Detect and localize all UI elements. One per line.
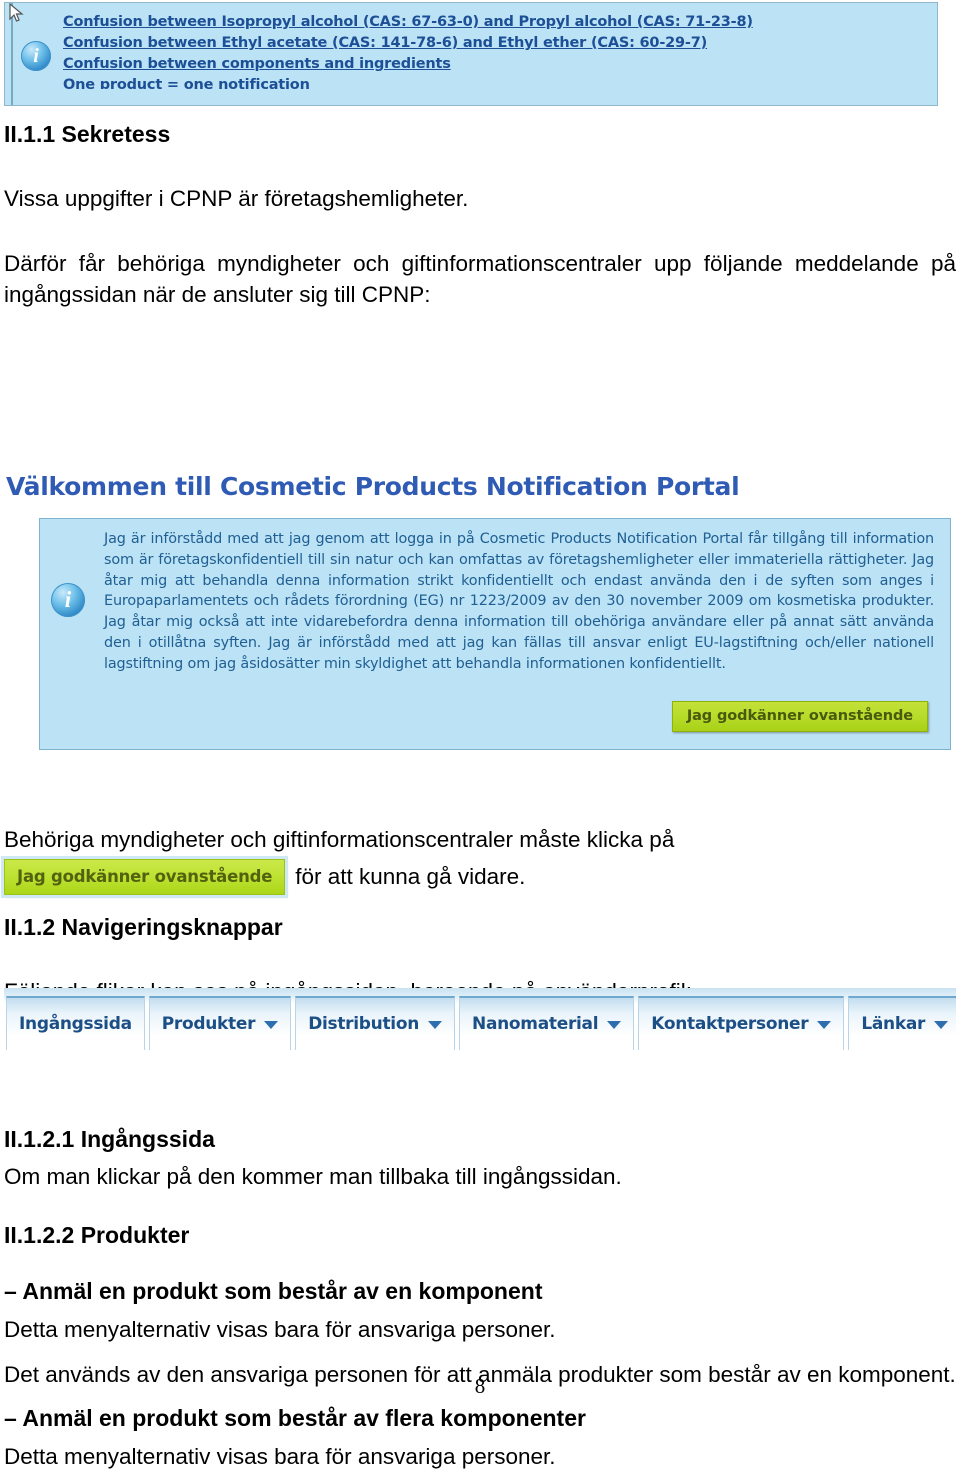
- cpnp-info-banner-screenshot: i Confusion between Isopropyl alcohol (C…: [4, 2, 938, 106]
- heading-ii-1-2: II.1.2 Navigeringsknappar: [4, 913, 283, 940]
- tab-lankar[interactable]: Länkar: [848, 996, 956, 1050]
- tab-label: Länkar: [861, 1013, 926, 1034]
- paragraph-sekretess-2: Därför får behöriga myndigheter och gift…: [4, 250, 956, 307]
- approve-button-inline[interactable]: Jag godkänner ovanstående: [0, 855, 289, 898]
- heading-anmal-en-komponent: – Anmäl en produkt som består av en komp…: [4, 1278, 543, 1305]
- chevron-down-icon[interactable]: [817, 1021, 832, 1029]
- chevron-down-icon[interactable]: [934, 1021, 949, 1029]
- paragraph-ingangssida: Om man klickar på den kommer man tillbak…: [4, 1164, 622, 1190]
- welcome-title: Välkommen till Cosmetic Products Notific…: [6, 472, 740, 501]
- paragraph-behoriga-tail: för att kunna gå vidare.: [295, 863, 526, 889]
- welcome-portal-screenshot: Välkommen till Cosmetic Products Notific…: [4, 472, 956, 754]
- tab-kontaktpersoner[interactable]: Kontaktpersoner: [638, 996, 845, 1050]
- heading-ii-1-1: II.1.1 Sekretess: [4, 121, 171, 147]
- tab-label: Produkter: [161, 1013, 256, 1034]
- tabstrip: Ingångssida Produkter Distribution Nanom…: [6, 996, 956, 1050]
- tab-distribution[interactable]: Distribution: [295, 996, 456, 1050]
- tab-nanomaterial[interactable]: Nanomaterial: [459, 996, 635, 1050]
- consent-panel: i Jag är införstådd med att jag genom at…: [39, 518, 951, 750]
- paragraph-sekretess-1: Vissa uppgifter i CPNP är företagshemlig…: [4, 185, 469, 211]
- info-icon: i: [51, 583, 85, 617]
- banner-line-4: One product = one notification: [63, 77, 310, 89]
- mouse-pointer-icon: [9, 3, 24, 22]
- banner-line-3[interactable]: Confusion between components and ingredi…: [63, 54, 929, 75]
- chevron-down-icon[interactable]: [264, 1021, 279, 1029]
- tab-label: Nanomaterial: [472, 1013, 599, 1034]
- banner-message-list: Confusion between Isopropyl alcohol (CAS…: [63, 12, 929, 89]
- consent-text: Jag är införstådd med att jag genom att …: [104, 531, 934, 672]
- info-icon: i: [21, 41, 51, 71]
- approve-button[interactable]: Jag godkänner ovanstående: [671, 701, 928, 732]
- chevron-down-icon[interactable]: [428, 1021, 443, 1029]
- chevron-down-icon[interactable]: [607, 1021, 622, 1029]
- banner-line-1[interactable]: Confusion between Isopropyl alcohol (CAS…: [63, 12, 929, 33]
- tab-produkter[interactable]: Produkter: [148, 996, 292, 1050]
- tab-label: Distribution: [308, 1013, 420, 1034]
- banner-line-2[interactable]: Confusion between Ethyl acetate (CAS: 14…: [63, 33, 929, 54]
- page-number: 8: [474, 1374, 486, 1398]
- heading-ii-1-2-2: II.1.2.2 Produkter: [4, 1221, 190, 1248]
- tab-label: Kontaktpersoner: [651, 1013, 809, 1034]
- paragraph-en-komponent-1: Detta menyalternativ visas bara för ansv…: [4, 1317, 556, 1343]
- heading-anmal-flera-komponenter: – Anmäl en produkt som består av flera k…: [4, 1405, 586, 1432]
- heading-ii-1-2-1: II.1.2.1 Ingångssida: [4, 1125, 215, 1152]
- navigation-tabs-screenshot: Ingångssida Produkter Distribution Nanom…: [4, 988, 956, 1064]
- tab-ingangssida[interactable]: Ingångssida: [6, 996, 145, 1050]
- paragraph-flera-komponenter-1: Detta menyalternativ visas bara för ansv…: [4, 1443, 556, 1469]
- tab-label: Ingångssida: [19, 1013, 132, 1034]
- document-body: II.1.1 Sekretess Vissa uppgifter i CPNP …: [0, 120, 956, 1472]
- paragraph-behoriga: Behöriga myndigheter och giftinformation…: [4, 826, 675, 852]
- inline-approve-row: Jag godkänner ovanstående för att kunna …: [0, 855, 956, 898]
